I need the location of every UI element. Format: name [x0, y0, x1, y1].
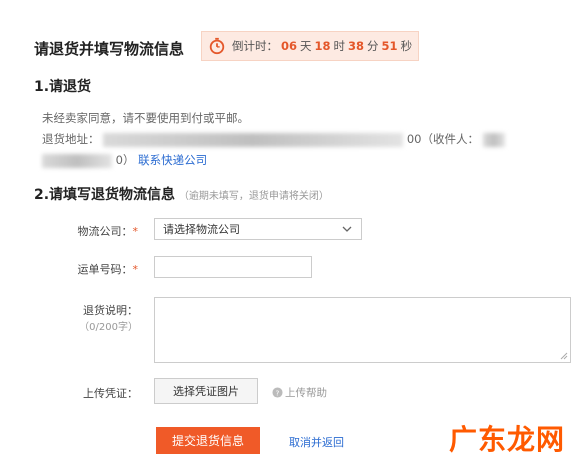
tracking-number-input[interactable] [154, 256, 312, 278]
tracking-label-text: 运单号码： [77, 263, 133, 276]
countdown-hours: 18 [314, 39, 331, 53]
choose-image-button[interactable]: 选择凭证图片 [154, 378, 258, 404]
company-select[interactable]: 请选择物流公司 [154, 218, 362, 240]
tracking-label: 运单号码：* [77, 263, 139, 276]
countdown-days-unit: 天 [300, 39, 312, 53]
upload-help-link[interactable]: ? 上传帮助 [272, 385, 327, 400]
phone-tail: 0） [115, 153, 135, 167]
phone-line: 0） 联系快递公司 [42, 152, 207, 168]
company-select-value: 请选择物流公司 [163, 223, 240, 236]
countdown-seconds: 51 [381, 39, 398, 53]
return-description-textarea[interactable] [154, 297, 571, 363]
address-tail: 00（收件人： [406, 132, 479, 146]
step1-title: 1.请退货 [34, 79, 92, 95]
step2-hint: （逾期未填写，退货申请将关闭） [178, 191, 329, 202]
cancel-return-link[interactable]: 取消并返回 [289, 434, 344, 450]
upload-label: 上传凭证： [83, 387, 138, 400]
countdown-minutes-unit: 分 [367, 39, 379, 53]
company-label: 物流公司：* [77, 225, 139, 238]
step2-header: 2.请填写退货物流信息 （逾期未填写，退货申请将关闭） [34, 184, 329, 204]
resize-handle-icon[interactable] [560, 352, 568, 360]
chevron-down-icon [342, 226, 352, 232]
countdown-hours-unit: 时 [333, 39, 346, 53]
watermark-logo: 广东龙网 [448, 423, 565, 456]
desc-counter: （0/200字） [79, 322, 138, 333]
countdown-minutes: 38 [348, 39, 365, 53]
svg-text:?: ? [276, 388, 280, 397]
desc-label: 退货说明： [83, 304, 138, 317]
redacted-recipient [482, 132, 505, 147]
return-note: 未经卖家同意，请不要使用到付或平邮。 [42, 111, 249, 125]
company-label-text: 物流公司： [77, 225, 133, 238]
countdown-days: 06 [281, 39, 298, 53]
redacted-address [103, 132, 404, 147]
countdown-seconds-unit: 秒 [400, 39, 413, 53]
step2-title: 2.请填写退货物流信息 [34, 187, 176, 203]
upload-help-text: 上传帮助 [285, 387, 327, 399]
return-address-line: 退货地址： 00（收件人： [42, 131, 505, 147]
countdown-label: 倒计时： [232, 39, 278, 53]
redacted-phone [42, 153, 112, 168]
page-title: 请退货并填写物流信息 [34, 40, 185, 58]
contact-courier-link[interactable]: 联系快递公司 [138, 153, 207, 167]
submit-return-button[interactable]: 提交退货信息 [156, 427, 260, 454]
address-label: 退货地址： [42, 132, 100, 146]
clock-icon [209, 37, 225, 55]
countdown-banner: 倒计时： 06 天 18 时 38 分 51 秒 [201, 31, 419, 61]
help-icon: ? [272, 387, 283, 398]
